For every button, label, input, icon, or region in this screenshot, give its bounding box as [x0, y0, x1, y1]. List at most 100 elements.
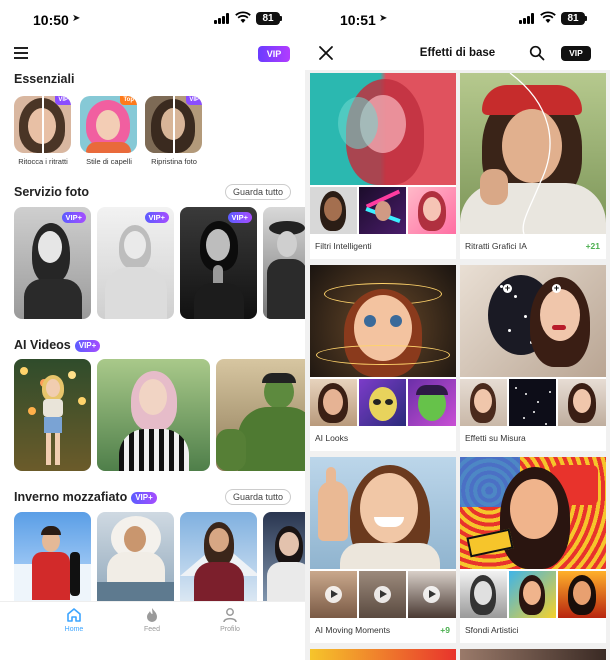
card-vip-badge: VIP+ — [61, 212, 86, 223]
battery-icon: 81 — [561, 12, 585, 25]
effect-thumb — [408, 187, 456, 234]
ai-videos-title: AI Videos — [14, 338, 71, 352]
plus-icon: + — [552, 283, 561, 293]
effect-hero-image — [310, 73, 456, 185]
vip-button[interactable]: VIP — [561, 46, 591, 61]
nav-home[interactable]: Home — [44, 602, 104, 642]
effect-hero-image — [460, 457, 606, 569]
vip-plus-badge: VIP+ — [74, 339, 101, 352]
effect-card-artistic-backgrounds[interactable]: Sfondi Artistici — [460, 457, 606, 643]
effect-thumb — [558, 571, 606, 618]
battery-tip — [585, 16, 587, 21]
effect-card-partial[interactable] — [460, 649, 606, 660]
winter-card[interactable] — [263, 512, 305, 612]
signal-icon — [214, 13, 230, 24]
battery-icon: 81 — [256, 12, 280, 25]
effect-thumb — [509, 379, 556, 426]
essential-tag: VIP — [186, 96, 202, 105]
winter-card[interactable] — [180, 512, 257, 612]
status-bar: 10:50 ➤ 81 — [0, 0, 305, 40]
section-title-essentials: Essenziali — [14, 72, 75, 86]
effect-hero-image — [310, 265, 456, 377]
essential-tag: VIP — [55, 96, 71, 105]
photo-service-card[interactable]: VIP+ — [180, 207, 257, 319]
essential-label: Stile di capelli — [86, 157, 132, 166]
page-title: Effetti di base — [419, 47, 496, 59]
battery-level: 81 — [262, 13, 274, 24]
winter-card[interactable] — [14, 512, 91, 612]
effect-thumb — [509, 571, 556, 618]
effect-label: Sfondi Artistici — [465, 625, 519, 635]
essential-hairstyle[interactable]: Top — [80, 96, 137, 153]
effect-thumb — [460, 379, 507, 426]
nav-home-label: Home — [64, 626, 84, 633]
effect-label: Effetti su Misura — [465, 433, 526, 443]
person-icon — [223, 608, 237, 623]
effect-card-smart-filters[interactable]: Filtri Intelligenti — [310, 73, 456, 259]
sketch-line — [509, 73, 551, 234]
card-vip-badge: VIP+ — [227, 212, 252, 223]
ai-video-card[interactable] — [216, 359, 305, 471]
effects-header: Effetti di base VIP — [305, 40, 610, 70]
effect-thumb — [558, 379, 606, 426]
effect-thumb — [359, 379, 406, 426]
photo-service-card[interactable]: VIP+ — [14, 207, 91, 319]
effect-hero-image — [310, 457, 456, 569]
nav-feed-label: Feed — [144, 626, 160, 633]
status-bar: 10:51 ➤ 81 — [305, 0, 610, 40]
bottom-navigation: Home Feed Profilo — [0, 601, 305, 660]
ai-video-card[interactable] — [97, 359, 210, 471]
photo-service-card[interactable] — [263, 207, 305, 319]
effect-card-ai-looks[interactable]: AI Looks — [310, 265, 456, 451]
nav-profile-label: Profilo — [220, 626, 240, 633]
effect-thumb — [460, 571, 507, 618]
section-title-winter: Inverno mozzafiato VIP+ — [14, 490, 157, 504]
see-all-button[interactable]: Guarda tutto — [225, 489, 291, 505]
nav-profile[interactable]: Profilo — [200, 602, 260, 642]
effect-thumb — [310, 379, 357, 426]
card-vip-badge: VIP+ — [144, 212, 169, 223]
play-icon — [423, 586, 440, 603]
ai-video-card[interactable] — [14, 359, 91, 471]
see-all-button[interactable]: Guarda tutto — [225, 184, 291, 200]
nav-feed[interactable]: Feed — [122, 602, 182, 642]
photo-service-card[interactable]: VIP+ — [97, 207, 174, 319]
menu-icon[interactable] — [14, 47, 28, 59]
effect-card-custom-effects[interactable]: + + Effetti su Misura — [460, 265, 606, 451]
battery-level: 81 — [567, 13, 579, 24]
winter-title: Inverno mozzafiato — [14, 490, 128, 504]
winter-card[interactable] — [97, 512, 174, 612]
vip-plus-badge: VIP+ — [131, 491, 157, 504]
section-title-photo-service: Servizio foto — [14, 185, 90, 199]
effect-thumb — [408, 571, 456, 618]
effect-card-ai-graphic-portraits[interactable]: Ritratti Grafici IA +21 — [460, 73, 606, 259]
search-icon[interactable] — [529, 45, 545, 61]
status-time: 10:51 — [340, 12, 376, 28]
essential-retouch[interactable]: VIP — [14, 96, 71, 153]
effect-thumb — [359, 187, 406, 234]
effect-thumb — [408, 379, 456, 426]
close-icon[interactable] — [317, 44, 335, 62]
effect-count: +21 — [585, 241, 600, 251]
essential-label: Ritocca i ritratti — [18, 157, 68, 166]
effect-label: Filtri Intelligenti — [315, 241, 372, 251]
flame-icon — [147, 608, 157, 622]
plus-icon: + — [503, 283, 512, 293]
essential-restore[interactable]: VIP — [145, 96, 202, 153]
section-title-ai-videos: AI Videos VIP+ — [14, 338, 101, 352]
effect-card-partial[interactable] — [310, 649, 456, 660]
effect-card-ai-moving-moments[interactable]: AI Moving Moments +9 — [310, 457, 456, 643]
effect-thumb — [310, 187, 357, 234]
wifi-icon — [540, 11, 556, 23]
effect-label: Ritratti Grafici IA — [465, 241, 527, 251]
status-time: 10:50 — [33, 12, 69, 28]
home-screen: 10:50 ➤ 81 VIP Essenziali VIP Ritocca i … — [0, 0, 305, 660]
essential-label: Ripristina foto — [151, 157, 197, 166]
effect-hero-image — [460, 265, 606, 377]
vip-button[interactable]: VIP — [258, 46, 290, 62]
essential-tag: Top — [120, 96, 137, 105]
effect-label: AI Looks — [315, 433, 349, 443]
effect-thumb — [359, 571, 406, 618]
effect-thumb — [310, 571, 357, 618]
location-icon: ➤ — [72, 13, 81, 24]
